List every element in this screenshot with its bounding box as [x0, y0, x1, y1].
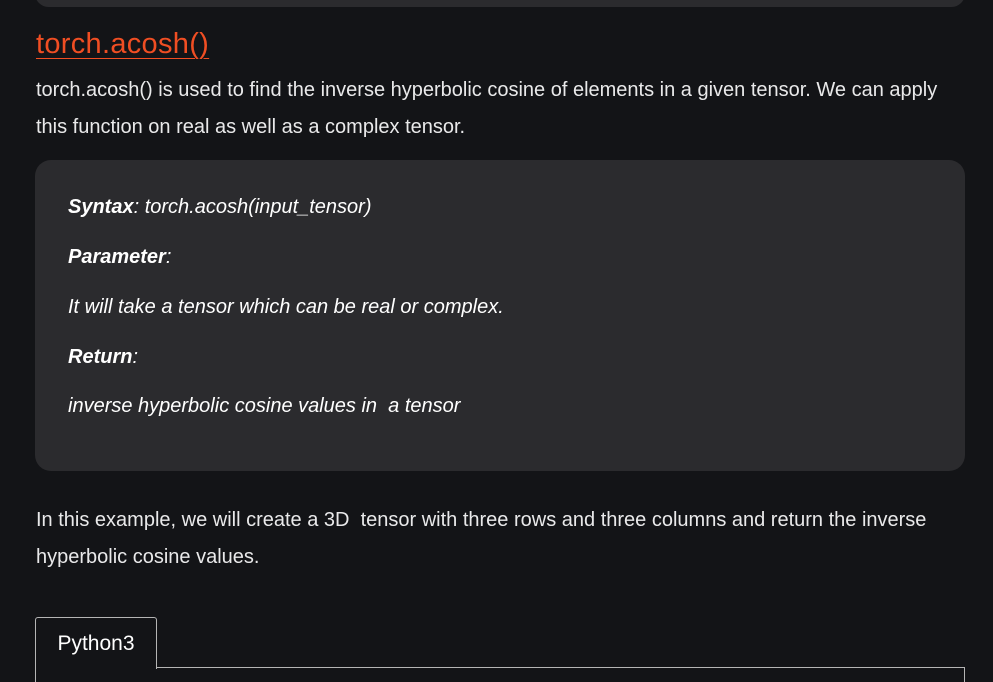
syntax-value: : torch.acosh(input_tensor)	[133, 196, 372, 218]
return-label: Return	[68, 346, 133, 368]
code-block-body	[35, 668, 156, 682]
syntax-line: Syntax: torch.acosh(input_tensor)	[68, 196, 372, 219]
parameter-label: Parameter	[68, 246, 166, 268]
return-description: inverse hyperbolic cosine values in a te…	[68, 395, 461, 417]
return-colon: :	[132, 346, 139, 368]
syntax-box: Syntax: torch.acosh(input_tensor) Parame…	[35, 160, 965, 471]
syntax-label: Syntax	[68, 196, 134, 218]
code-block-frame	[155, 667, 965, 682]
parameter-line: Parameter:	[68, 246, 171, 269]
parameter-colon: :	[165, 246, 172, 268]
section-heading-link[interactable]: torch.acosh()	[36, 28, 209, 61]
example-paragraph: In this example, we will create a 3D ten…	[36, 509, 932, 568]
tab-python3[interactable]: Python3	[35, 617, 157, 669]
previous-content-block	[35, 0, 965, 7]
parameter-description: It will take a tensor which can be real …	[68, 296, 504, 318]
intro-paragraph: torch.acosh() is used to find the invers…	[36, 79, 938, 138]
return-line: Return:	[68, 346, 138, 369]
